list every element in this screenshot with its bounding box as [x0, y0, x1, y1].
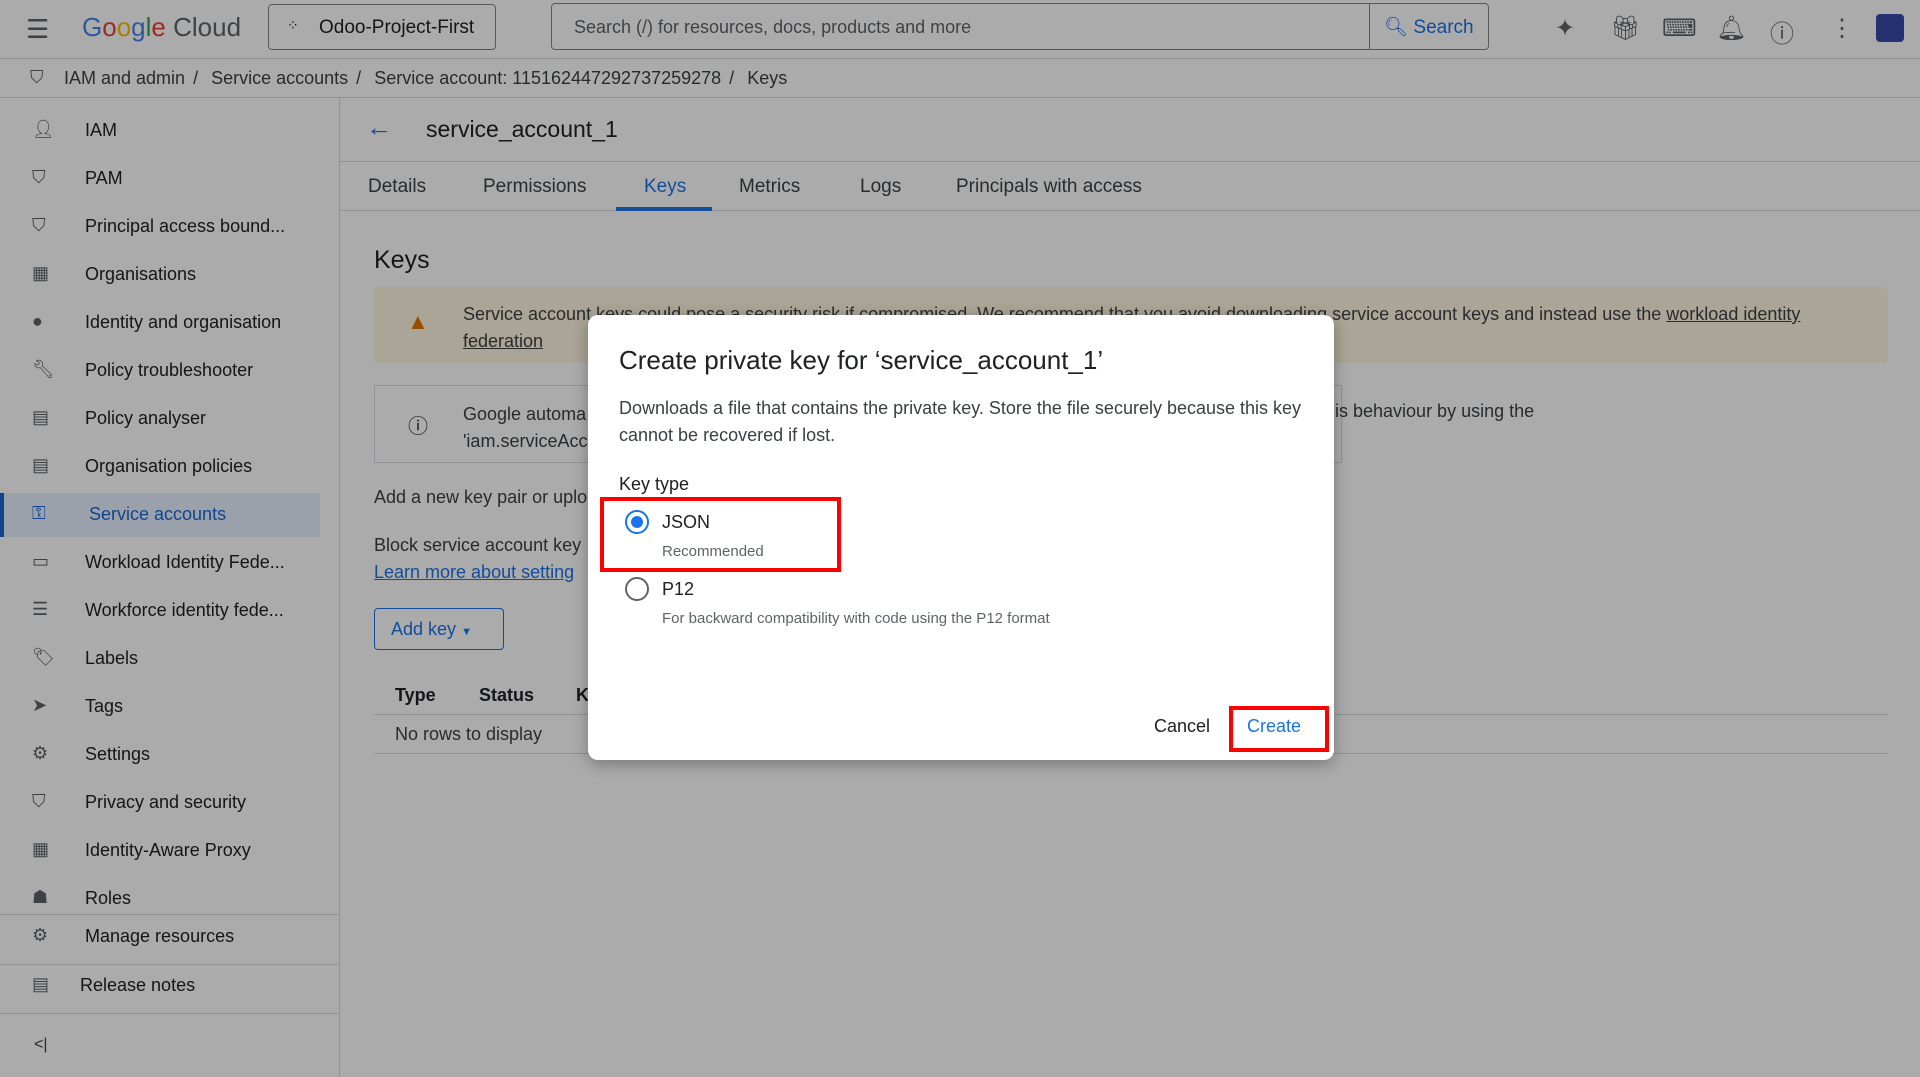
highlight-box-json	[600, 497, 841, 572]
cancel-button[interactable]: Cancel	[1154, 716, 1210, 737]
dialog-description: Downloads a file that contains the priva…	[619, 398, 1302, 445]
create-key-dialog: Create private key for ‘service_account_…	[588, 315, 1334, 760]
key-type-label: Key type	[619, 474, 690, 494]
p12-label[interactable]: P12	[662, 579, 694, 600]
p12-hint: For backward compatibility with code usi…	[662, 610, 1050, 627]
highlight-box-create	[1229, 706, 1329, 752]
radio-p12[interactable]	[625, 577, 649, 601]
dialog-title: Create private key for ‘service_account_…	[619, 345, 1104, 375]
